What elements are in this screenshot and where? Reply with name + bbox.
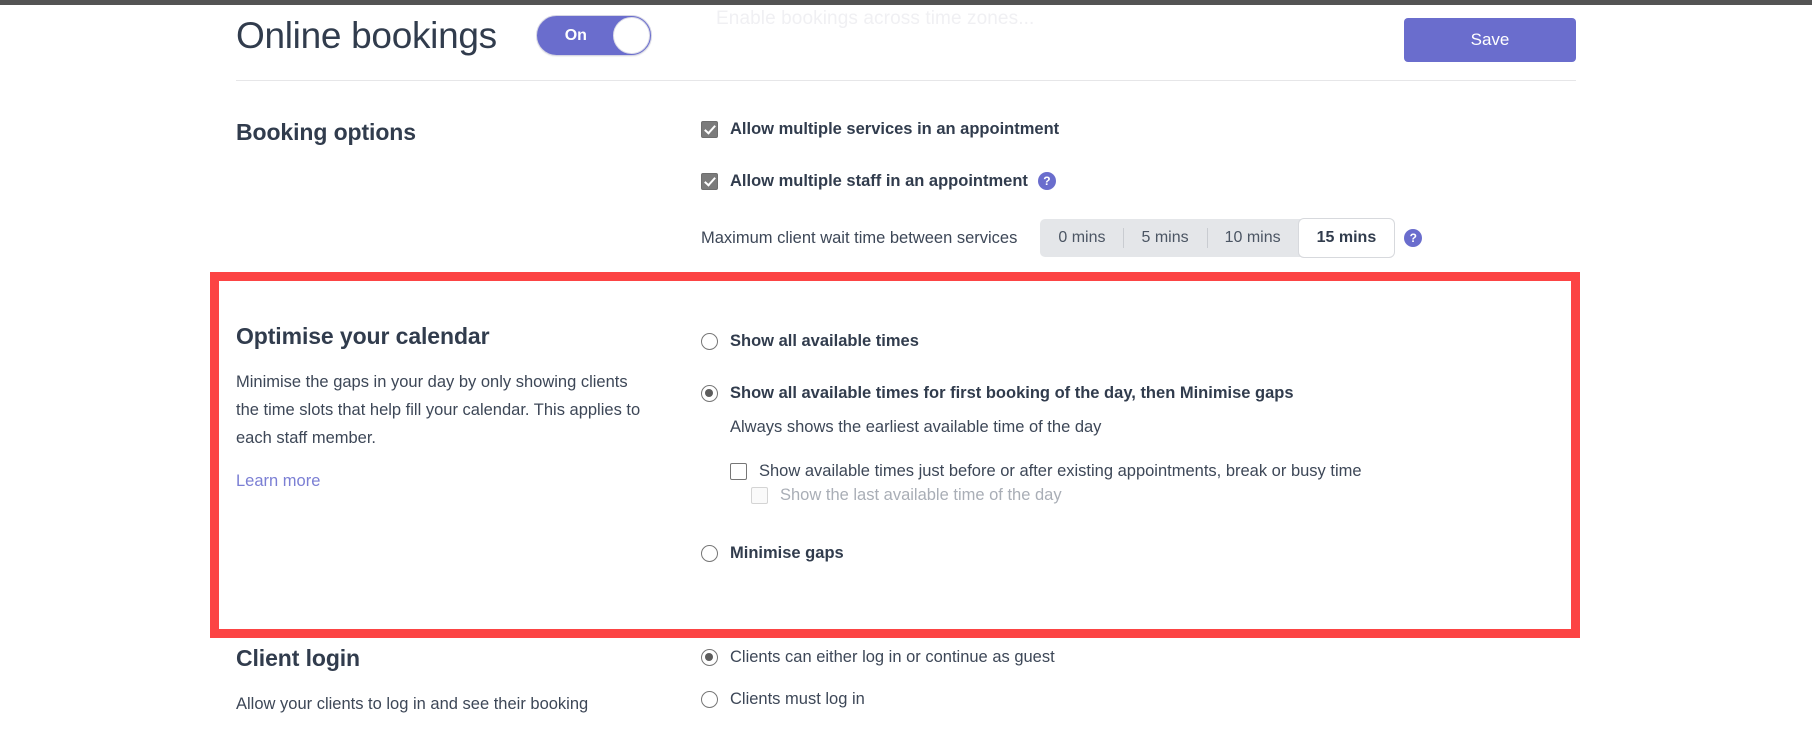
show-all-available-times-radio[interactable]	[701, 332, 718, 350]
allow-multiple-staff-row[interactable]: Allow multiple staff in an appointment ?	[701, 169, 1576, 193]
clients-log-in-or-guest-label: Clients can either log in or continue as…	[730, 647, 1055, 666]
booking-options-section: Booking options Allow multiple services …	[236, 93, 1576, 257]
allow-multiple-services-checkbox[interactable]	[701, 120, 718, 138]
client-login-right: Clients can either log in or continue as…	[701, 619, 1576, 718]
booking-options-heading: Booking options	[236, 119, 416, 145]
client-login-left: Client login Allow your clients to log i…	[236, 619, 701, 718]
show-all-available-times-label: Show all available times	[730, 331, 919, 350]
clients-log-in-or-guest-radio[interactable]	[701, 648, 718, 666]
first-booking-sub-text: Always shows the earliest available time…	[730, 418, 1102, 436]
clients-must-log-in-label: Clients must log in	[730, 689, 865, 708]
client-login-description: Allow your clients to log in and see the…	[236, 695, 589, 713]
show-times-adjacent-label: Show available times just before or afte…	[759, 461, 1362, 480]
minimise-gaps-label: Minimise gaps	[730, 543, 844, 562]
show-last-available-time-row: Show the last available time of the day	[751, 483, 1576, 507]
max-wait-time-row: Maximum client wait time between service…	[701, 219, 1576, 257]
learn-more-link[interactable]: Learn more	[236, 472, 320, 491]
online-bookings-settings-page: Online bookings On Enable bookings acros…	[0, 0, 1812, 734]
optimise-heading: Optimise your calendar	[236, 323, 490, 349]
show-times-adjacent-checkbox[interactable]	[730, 462, 747, 480]
clients-log-in-or-guest-row[interactable]: Clients can either log in or continue as…	[701, 645, 1576, 669]
optimise-left: Optimise your calendar Minimise the gaps…	[236, 299, 701, 565]
allow-multiple-services-label: Allow multiple services in an appointmen…	[730, 119, 1060, 138]
toggle-state-label: On	[564, 27, 587, 44]
show-all-available-times-row[interactable]: Show all available times	[701, 329, 1576, 353]
first-booking-then-minimise-radio[interactable]	[701, 384, 718, 402]
minimise-gaps-radio[interactable]	[701, 544, 718, 562]
settings-content-column: Online bookings On Enable bookings acros…	[236, 5, 1576, 718]
page-header: Online bookings On Enable bookings acros…	[236, 5, 1576, 66]
clients-must-log-in-row[interactable]: Clients must log in	[701, 687, 1576, 711]
first-booking-then-minimise-label: Show all available times for first booki…	[730, 383, 1294, 402]
optimise-description: Minimise the gaps in your day by only sh…	[236, 373, 641, 447]
wait-time-option-1[interactable]: 5 mins	[1123, 219, 1206, 257]
time-zones-ghost-text: Enable bookings across time zones...	[716, 8, 1035, 29]
first-booking-then-minimise-row[interactable]: Show all available times for first booki…	[701, 381, 1576, 405]
allow-multiple-staff-label: Allow multiple staff in an appointment	[730, 171, 1028, 190]
wait-time-option-3[interactable]: 15 mins	[1298, 219, 1395, 257]
help-icon[interactable]: ?	[1037, 172, 1056, 190]
wait-time-option-0[interactable]: 0 mins	[1040, 219, 1123, 257]
max-wait-time-label: Maximum client wait time between service…	[701, 228, 1018, 247]
allow-multiple-staff-checkbox[interactable]	[701, 172, 718, 190]
optimise-right: Show all available times Show all availa…	[701, 299, 1576, 565]
show-last-available-time-label: Show the last available time of the day	[780, 485, 1062, 504]
client-login-heading: Client login	[236, 645, 361, 671]
minimise-gaps-row[interactable]: Minimise gaps	[701, 541, 1576, 565]
client-login-section: Client login Allow your clients to log i…	[236, 619, 1576, 718]
max-wait-time-segmented-control[interactable]: 0 mins 5 mins 10 mins 15 mins	[1040, 219, 1395, 257]
clients-must-log-in-radio[interactable]	[701, 690, 718, 708]
page-title: Online bookings	[236, 14, 497, 56]
optimise-calendar-section: Optimise your calendar Minimise the gaps…	[236, 299, 1576, 573]
allow-multiple-services-row[interactable]: Allow multiple services in an appointmen…	[701, 117, 1576, 141]
booking-options-left: Booking options	[236, 93, 701, 257]
show-times-adjacent-row[interactable]: Show available times just before or afte…	[730, 459, 1576, 483]
toggle-knob[interactable]	[612, 17, 650, 54]
show-last-available-time-checkbox	[751, 486, 768, 504]
wait-time-option-2[interactable]: 10 mins	[1206, 219, 1299, 257]
header-divider	[236, 80, 1576, 81]
booking-options-right: Allow multiple services in an appointmen…	[701, 93, 1576, 257]
help-icon[interactable]: ?	[1404, 229, 1423, 247]
save-button[interactable]: Save	[1404, 18, 1576, 62]
online-bookings-toggle[interactable]: On	[535, 15, 652, 56]
